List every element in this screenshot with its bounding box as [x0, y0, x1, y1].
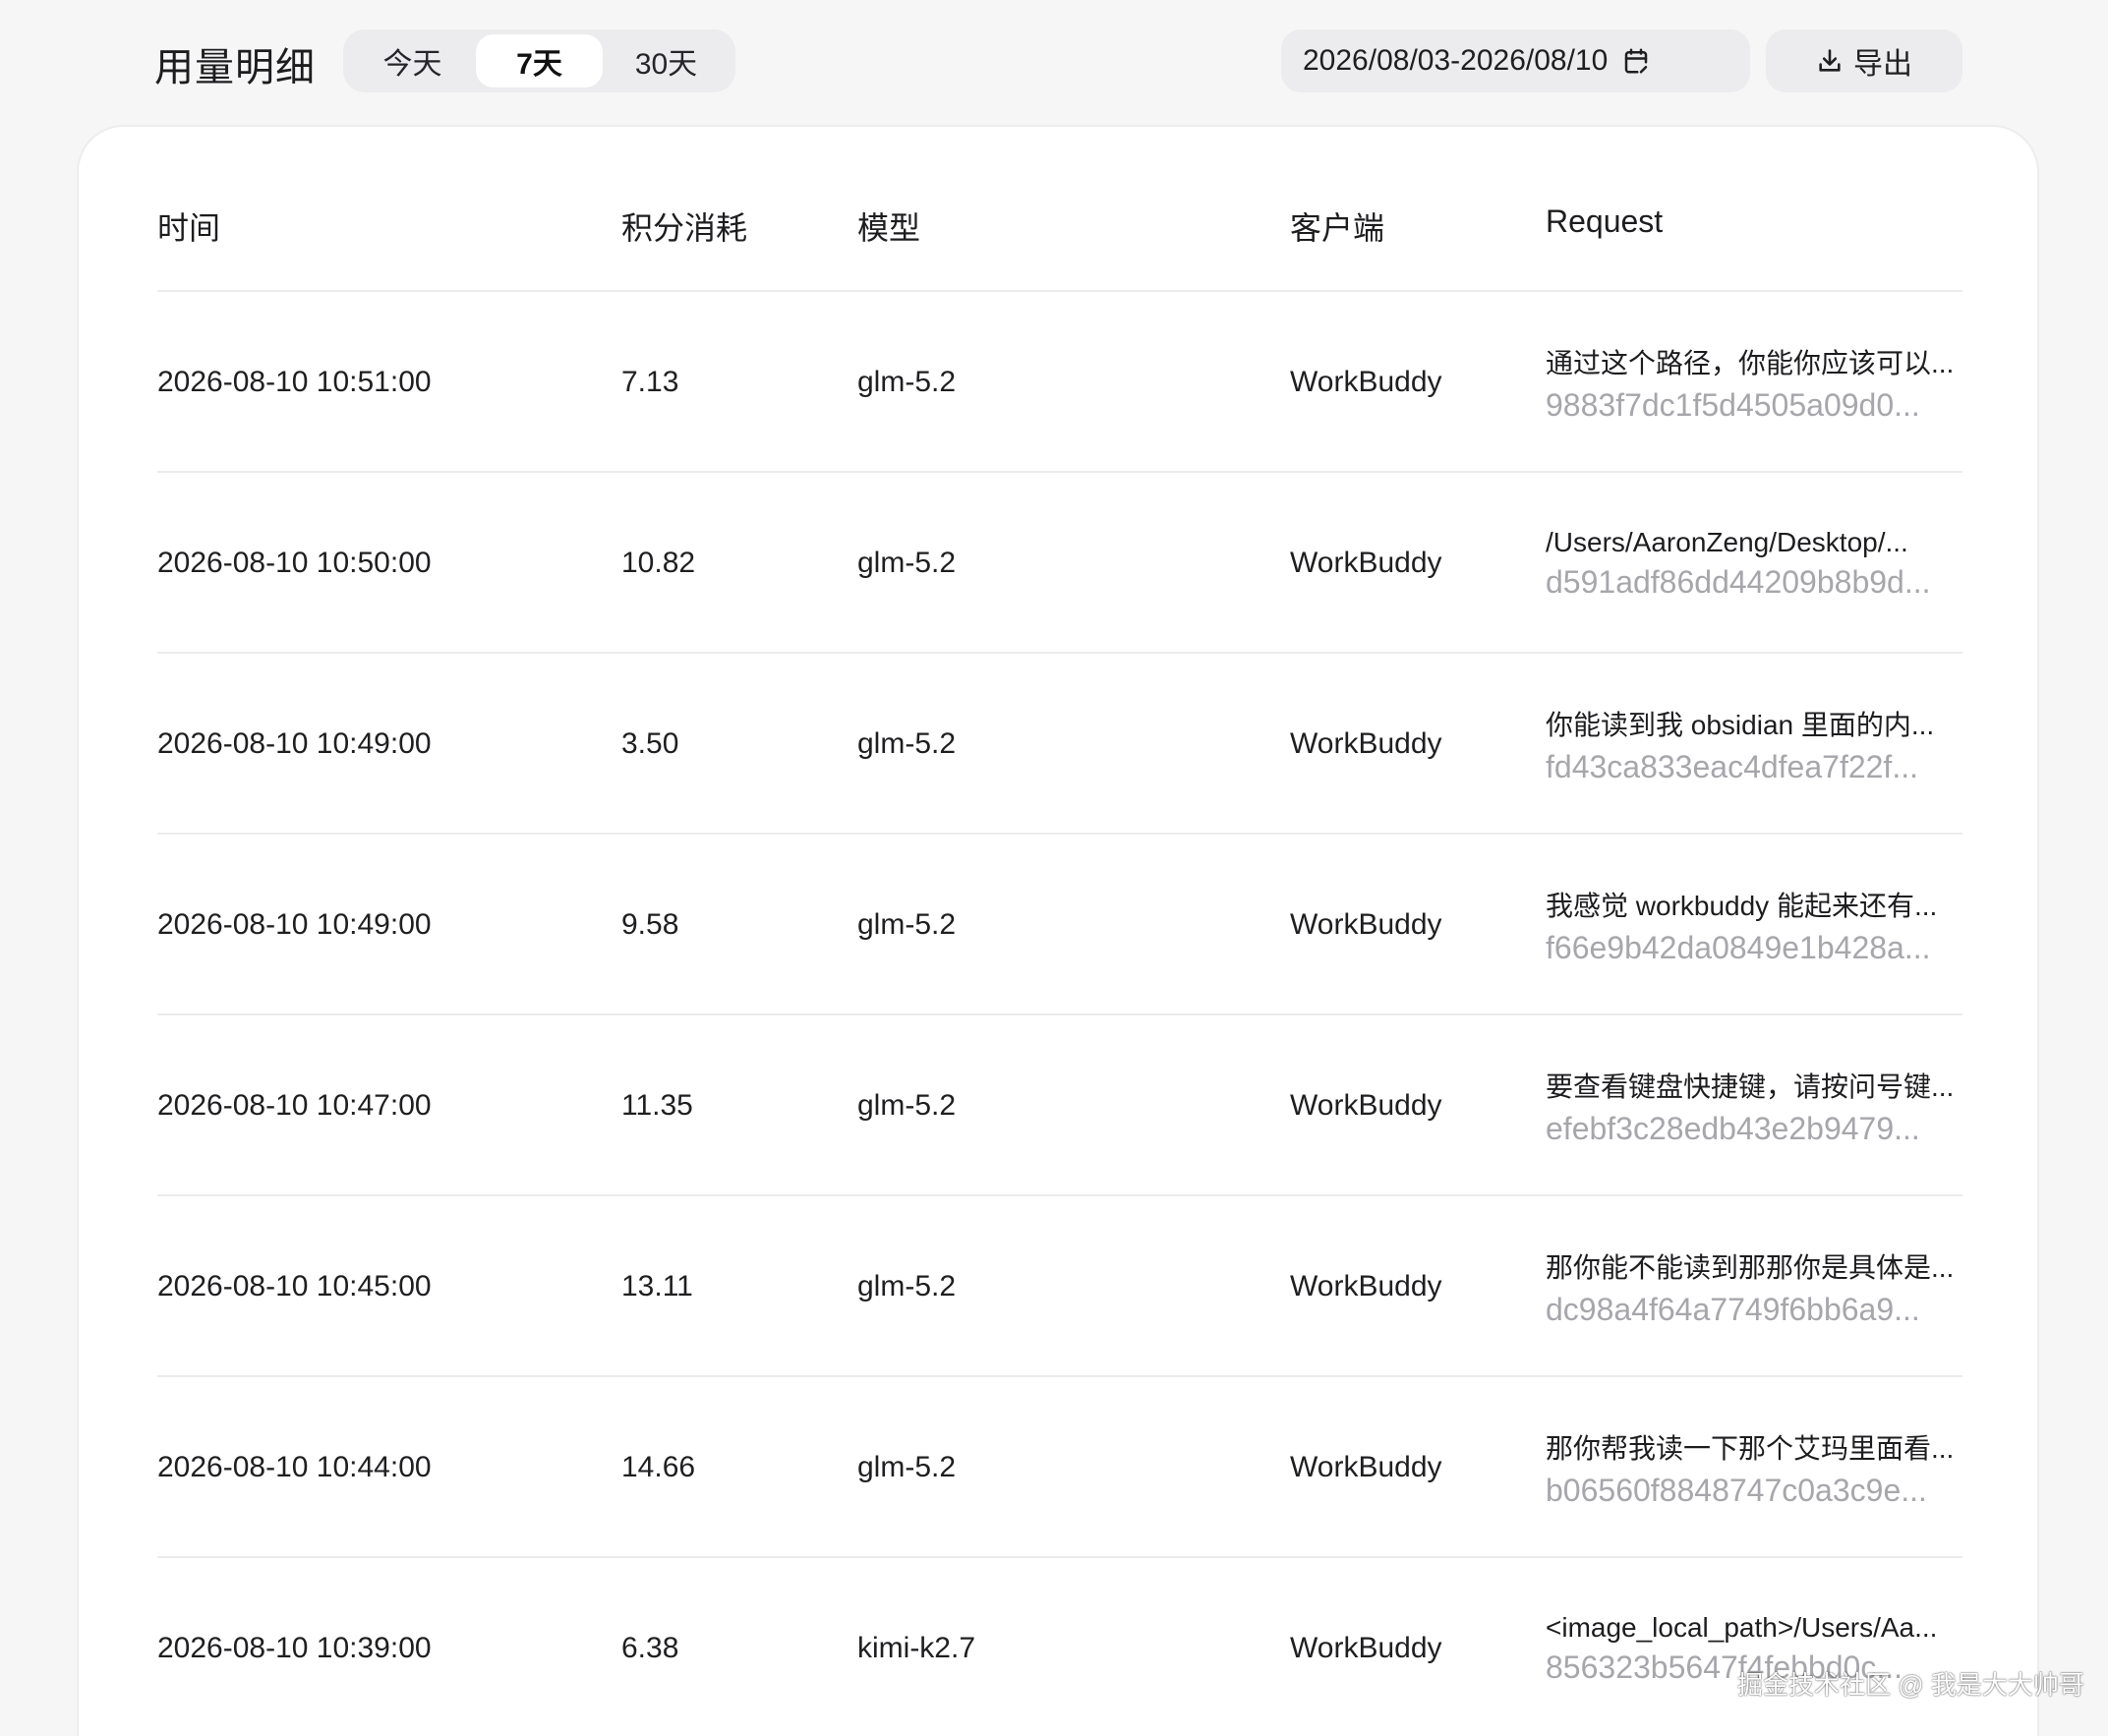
table-row[interactable]: 2026-08-10 10:45:00 13.11 glm-5.2 WorkBu… — [157, 1196, 1962, 1377]
table-row[interactable]: 2026-08-10 10:51:00 7.13 glm-5.2 WorkBud… — [157, 292, 1962, 473]
time-cell: 2026-08-10 10:50:00 — [157, 547, 432, 579]
table-row[interactable]: 2026-08-10 10:49:00 3.50 glm-5.2 WorkBud… — [157, 654, 1962, 835]
credits-cell: 3.50 — [621, 727, 679, 760]
model-cell: glm-5.2 — [857, 547, 957, 579]
client-cell: WorkBuddy — [1290, 908, 1442, 941]
model-cell: glm-5.2 — [857, 1089, 957, 1122]
time-cell: 2026-08-10 10:39:00 — [157, 1632, 432, 1664]
column-header-model: 模型 — [857, 210, 921, 246]
export-label: 导出 — [1853, 48, 1912, 81]
tab-today[interactable]: 今天 — [349, 34, 476, 87]
request-text: 通过这个路径，你能你应该可以... — [1546, 347, 1955, 378]
credits-cell: 14.66 — [621, 1451, 696, 1483]
watermark: 掘金技术社区 @ 我是大大帅哥 — [1737, 1670, 2084, 1700]
request-cell[interactable]: 通过这个路径，你能你应该可以... 9883f7dc1f5d4505a09d0.… — [1546, 292, 1959, 473]
model-cell: glm-5.2 — [857, 1451, 957, 1483]
credits-cell: 11.35 — [621, 1089, 693, 1122]
client-cell: WorkBuddy — [1290, 1632, 1442, 1664]
date-range-text: 2026/08/03-2026/08/10 — [1303, 44, 1609, 77]
client-cell: WorkBuddy — [1290, 727, 1442, 760]
range-tabs: 今天 7天 30天 — [343, 29, 735, 92]
time-cell: 2026-08-10 10:44:00 — [157, 1451, 432, 1483]
request-text: <image_local_path>/Users/Aa... — [1546, 1611, 1938, 1643]
calendar-icon — [1621, 46, 1651, 76]
client-cell: WorkBuddy — [1290, 547, 1442, 579]
table-row[interactable]: 2026-08-10 10:39:00 6.38 kimi-k2.7 WorkB… — [157, 1558, 1962, 1736]
request-cell[interactable]: 我感觉 workbuddy 能起来还有... f66e9b42da0849e1b… — [1546, 835, 1959, 1015]
credits-cell: 13.11 — [621, 1270, 693, 1302]
request-cell[interactable]: 要查看键盘快捷键，请按问号键... efebf3c28edb43e2b9479.… — [1546, 1015, 1959, 1196]
export-button[interactable]: 导出 — [1766, 29, 1962, 92]
tab-7-days[interactable]: 7天 — [476, 34, 603, 87]
request-id: f66e9b42da0849e1b428a... — [1546, 929, 1931, 965]
request-text: 我感觉 workbuddy 能起来还有... — [1546, 890, 1938, 921]
request-text: 你能读到我 obsidian 里面的内... — [1546, 709, 1935, 740]
request-text: 那你帮我读一下那个艾玛里面看... — [1546, 1432, 1955, 1464]
usage-table-card: 时间 积分消耗 模型 客户端 Request 2026-08-10 10:51:… — [77, 125, 2039, 1736]
table-header: 时间 积分消耗 模型 客户端 Request — [157, 127, 1962, 292]
time-cell: 2026-08-10 10:51:00 — [157, 366, 432, 398]
client-cell: WorkBuddy — [1290, 1451, 1442, 1483]
request-cell[interactable]: <image_local_path>/Users/Aa... 856323b56… — [1546, 1558, 1959, 1736]
request-id: dc98a4f64a7749f6bb6a9... — [1546, 1291, 1920, 1327]
request-id: fd43ca833eac4dfea7f22f... — [1546, 748, 1918, 784]
model-cell: glm-5.2 — [857, 366, 957, 398]
credits-cell: 6.38 — [621, 1632, 679, 1664]
time-cell: 2026-08-10 10:49:00 — [157, 727, 432, 760]
request-id: b06560f8848747c0a3c9e... — [1546, 1472, 1927, 1508]
request-id: efebf3c28edb43e2b9479... — [1546, 1110, 1920, 1146]
credits-cell: 10.82 — [621, 547, 696, 579]
date-range-picker[interactable]: 2026/08/03-2026/08/10 — [1281, 29, 1750, 92]
credits-cell: 7.13 — [621, 366, 679, 398]
request-cell[interactable]: 那你帮我读一下那个艾玛里面看... b06560f8848747c0a3c9e.… — [1546, 1377, 1959, 1558]
table-row[interactable]: 2026-08-10 10:49:00 9.58 glm-5.2 WorkBud… — [157, 835, 1962, 1015]
column-header-credits: 积分消耗 — [621, 210, 748, 246]
client-cell: WorkBuddy — [1290, 1270, 1442, 1302]
time-cell: 2026-08-10 10:49:00 — [157, 908, 432, 941]
column-header-time: 时间 — [157, 210, 221, 246]
usage-page: 用量明细 今天 7天 30天 2026/08/03-2026/08/10 导出 … — [0, 0, 2108, 1736]
request-id: 9883f7dc1f5d4505a09d0... — [1546, 386, 1920, 423]
credits-cell: 9.58 — [621, 908, 679, 941]
request-text: 那你能不能读到那那你是具体是... — [1546, 1251, 1955, 1283]
column-header-request: Request — [1546, 203, 1664, 239]
request-text: 要查看键盘快捷键，请按问号键... — [1546, 1071, 1955, 1102]
table-row[interactable]: 2026-08-10 10:47:00 11.35 glm-5.2 WorkBu… — [157, 1015, 1962, 1196]
header: 用量明细 今天 7天 30天 2026/08/03-2026/08/10 导出 — [0, 0, 2108, 123]
model-cell: glm-5.2 — [857, 727, 957, 760]
request-id: d591adf86dd44209b8b9d... — [1546, 563, 1931, 600]
page-title: 用量明细 — [154, 46, 316, 89]
client-cell: WorkBuddy — [1290, 366, 1442, 398]
table-row[interactable]: 2026-08-10 10:50:00 10.82 glm-5.2 WorkBu… — [157, 473, 1962, 654]
time-cell: 2026-08-10 10:45:00 — [157, 1270, 432, 1302]
request-cell[interactable]: 那你能不能读到那那你是具体是... dc98a4f64a7749f6bb6a9.… — [1546, 1196, 1959, 1377]
tab-30-days[interactable]: 30天 — [603, 34, 730, 87]
table-row[interactable]: 2026-08-10 10:44:00 14.66 glm-5.2 WorkBu… — [157, 1377, 1962, 1558]
time-cell: 2026-08-10 10:47:00 — [157, 1089, 432, 1122]
request-cell[interactable]: /Users/AaronZeng/Desktop/... d591adf86dd… — [1546, 473, 1959, 654]
request-text: /Users/AaronZeng/Desktop/... — [1546, 526, 1908, 557]
client-cell: WorkBuddy — [1290, 1089, 1442, 1122]
download-icon — [1819, 49, 1841, 72]
model-cell: glm-5.2 — [857, 908, 957, 941]
model-cell: glm-5.2 — [857, 1270, 957, 1302]
column-header-client: 客户端 — [1290, 210, 1385, 246]
request-cell[interactable]: 你能读到我 obsidian 里面的内... fd43ca833eac4dfea… — [1546, 654, 1959, 835]
model-cell: kimi-k2.7 — [857, 1632, 976, 1664]
